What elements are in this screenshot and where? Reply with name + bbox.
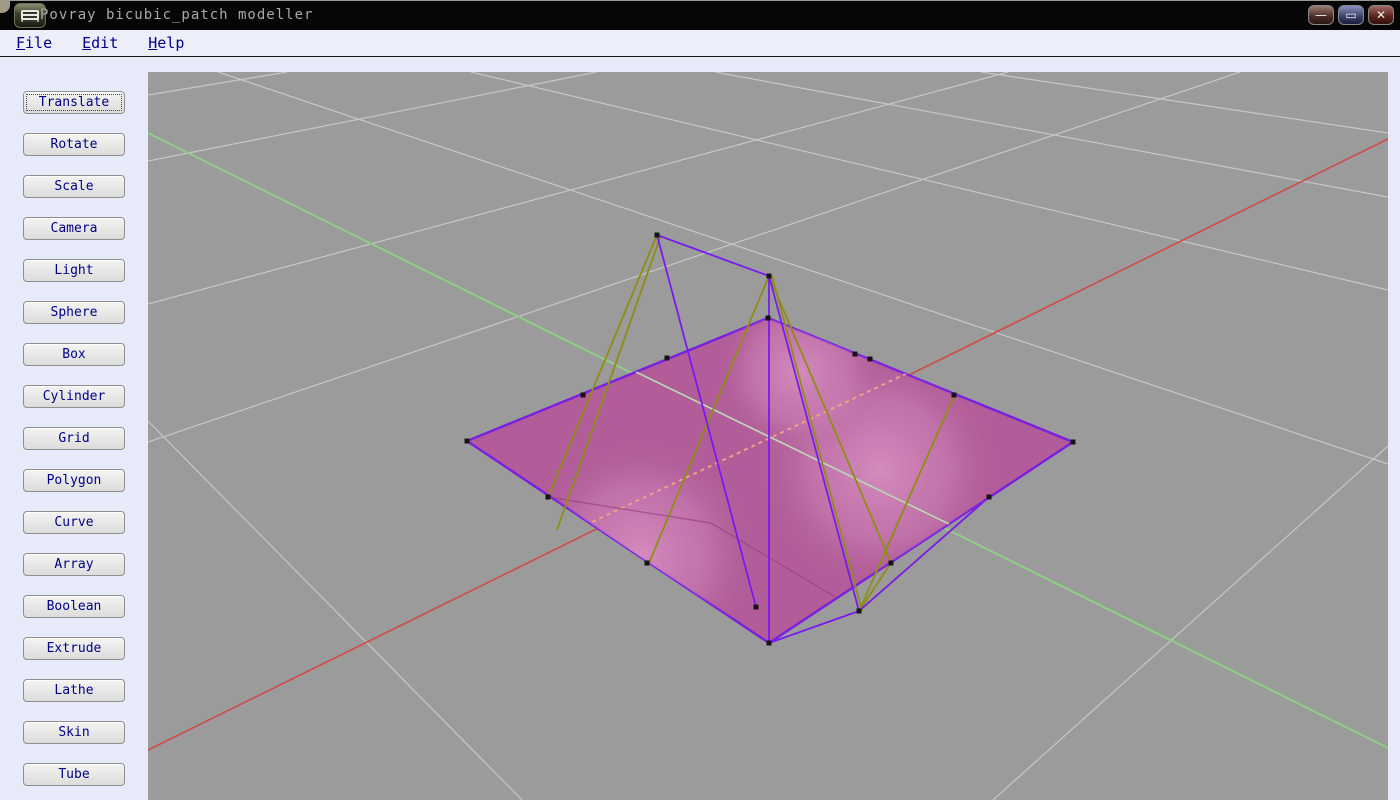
frame-corner-notch bbox=[0, 1, 10, 13]
control-point-marker[interactable] bbox=[889, 561, 894, 566]
tool-button-tube[interactable]: Tube bbox=[23, 763, 125, 786]
tool-button-boolean[interactable]: Boolean bbox=[23, 595, 125, 618]
close-button[interactable]: ✕ bbox=[1368, 5, 1394, 25]
grid-line bbox=[148, 72, 597, 161]
control-point-marker[interactable] bbox=[1071, 440, 1076, 445]
grid-line bbox=[981, 72, 1388, 133]
tool-button-camera[interactable]: Camera bbox=[23, 217, 125, 240]
control-point-marker[interactable] bbox=[465, 439, 470, 444]
patch-highlight bbox=[715, 287, 885, 457]
grid-line bbox=[993, 446, 1388, 800]
window-title: Povray bicubic_patch modeller bbox=[40, 7, 313, 23]
grid-line bbox=[715, 72, 1388, 197]
menu-help[interactable]: Help bbox=[148, 34, 184, 52]
titlebar: Povray bicubic_patch modeller —▭✕ bbox=[0, 0, 1400, 30]
tool-button-skin[interactable]: Skin bbox=[23, 721, 125, 744]
control-point-marker[interactable] bbox=[546, 495, 551, 500]
tool-button-box[interactable]: Box bbox=[23, 343, 125, 366]
viewport-3d[interactable] bbox=[148, 72, 1388, 800]
scene-canvas[interactable] bbox=[148, 72, 1388, 800]
menu-file[interactable]: File bbox=[16, 34, 52, 52]
control-point-marker[interactable] bbox=[645, 561, 650, 566]
grid-line bbox=[148, 72, 287, 95]
tool-button-scale[interactable]: Scale bbox=[23, 175, 125, 198]
control-point-marker[interactable] bbox=[655, 233, 660, 238]
control-point-marker[interactable] bbox=[853, 352, 858, 357]
menu-edit[interactable]: Edit bbox=[82, 34, 118, 52]
control-line-purple bbox=[657, 235, 769, 276]
control-point-marker[interactable] bbox=[767, 641, 772, 646]
window-controls: —▭✕ bbox=[1308, 5, 1394, 25]
tool-button-translate[interactable]: Translate bbox=[23, 91, 125, 114]
tool-button-sphere[interactable]: Sphere bbox=[23, 301, 125, 324]
control-point-marker[interactable] bbox=[581, 393, 586, 398]
control-point-marker[interactable] bbox=[987, 495, 992, 500]
tool-button-array[interactable]: Array bbox=[23, 553, 125, 576]
toolbox-sidebar: Translate Rotate Scale Camera Light Sphere Box… bbox=[0, 57, 148, 800]
grid-line bbox=[471, 72, 1388, 290]
tool-button-curve[interactable]: Curve bbox=[23, 511, 125, 534]
tool-button-lathe[interactable]: Lathe bbox=[23, 679, 125, 702]
tool-button-extrude[interactable]: Extrude bbox=[23, 637, 125, 660]
control-point-marker[interactable] bbox=[754, 605, 759, 610]
tool-button-grid[interactable]: Grid bbox=[23, 427, 125, 450]
menubar: File Edit Help bbox=[0, 30, 1400, 57]
tool-button-cylinder[interactable]: Cylinder bbox=[23, 385, 125, 408]
document-menu-icon bbox=[21, 10, 39, 22]
grid-line bbox=[148, 72, 1008, 304]
control-point-marker[interactable] bbox=[767, 274, 772, 279]
control-point-marker[interactable] bbox=[868, 357, 873, 362]
tool-button-light[interactable]: Light bbox=[23, 259, 125, 282]
control-point-marker[interactable] bbox=[857, 609, 862, 614]
tool-button-polygon[interactable]: Polygon bbox=[23, 469, 125, 492]
minimize-button[interactable]: — bbox=[1308, 5, 1334, 25]
control-point-marker[interactable] bbox=[665, 356, 670, 361]
tool-button-rotate[interactable]: Rotate bbox=[23, 133, 125, 156]
maximize-button[interactable]: ▭ bbox=[1338, 5, 1364, 25]
control-point-marker[interactable] bbox=[952, 393, 957, 398]
grid-line bbox=[148, 421, 522, 800]
control-point-marker[interactable] bbox=[766, 316, 771, 321]
